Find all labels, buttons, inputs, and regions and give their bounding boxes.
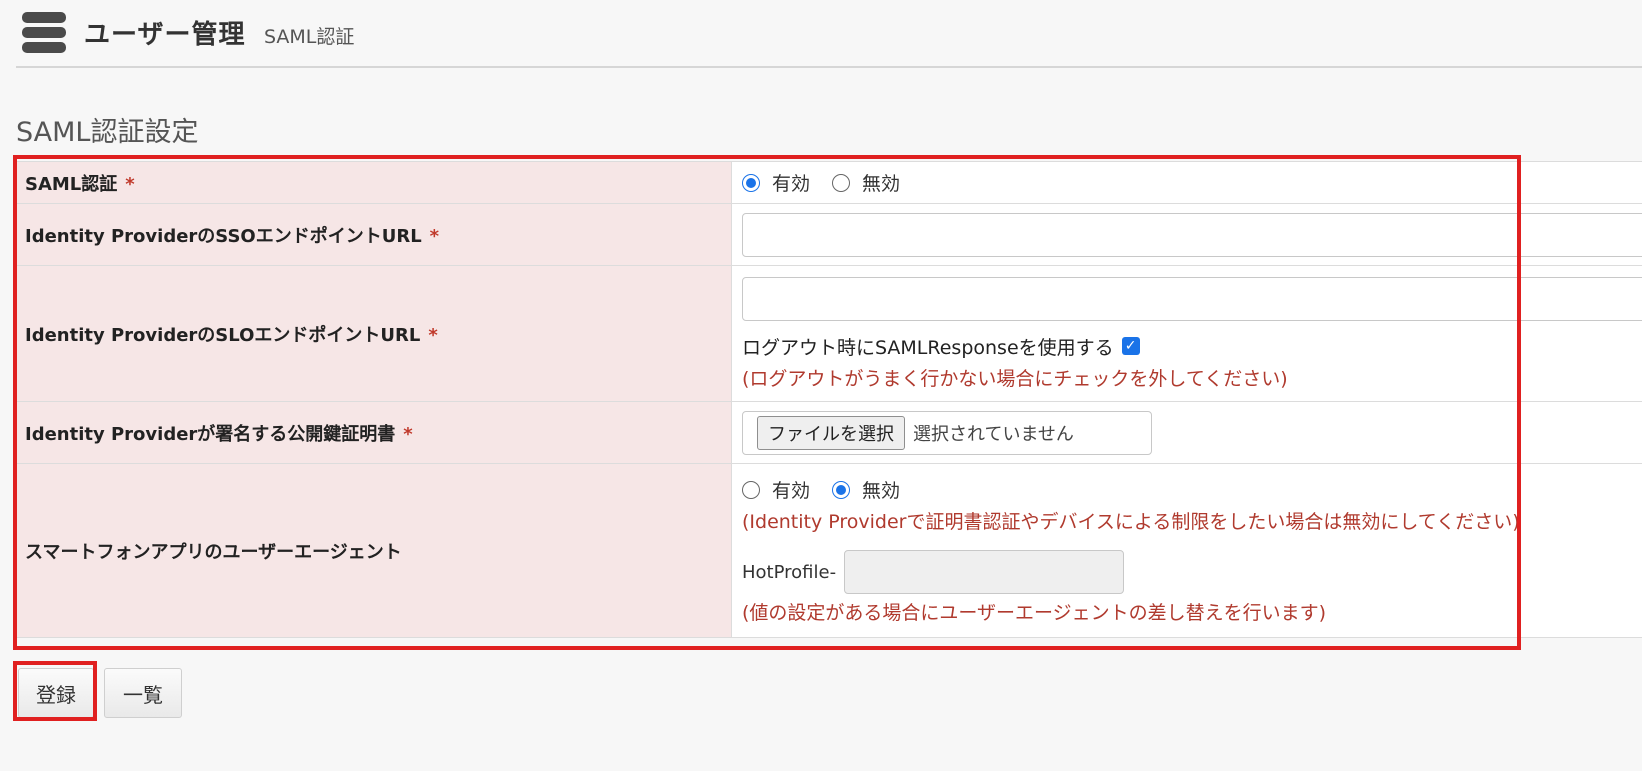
certificate-file-input[interactable]: ファイルを選択 選択されていません [742, 410, 1152, 455]
saml-auth-disable-radio[interactable] [832, 173, 851, 192]
saml-response-checkbox-label[interactable]: ログアウト時にSAMLResponseを使用する [742, 333, 1114, 360]
user-agent-value-note: (値の設定がある場合にユーザーエージェントの差し替えを行います) [742, 602, 1327, 624]
page-header: ユーザー管理 SAML認証 [16, 0, 1642, 68]
slo-url-input[interactable] [742, 276, 1642, 321]
value-saml-auth: 有効 無効 [731, 161, 1642, 204]
value-certificate: ファイルを選択 選択されていません [731, 401, 1642, 464]
user-agent-prefix: HotProfile- [742, 561, 837, 583]
settings-form-table: SAML認証 * 有効 無効 Identity ProviderのSSOエンドポイ… [16, 161, 1642, 638]
value-user-agent: 有効 無効 (Identity Providerで証明書認証やデバイスによる制限… [731, 463, 1642, 638]
saml-auth-enable-label[interactable]: 有効 [772, 169, 810, 196]
list-button[interactable]: 一覧 [104, 668, 182, 718]
required-mark: * [403, 423, 413, 445]
label-saml-auth: SAML認証 * [16, 161, 732, 204]
required-mark: * [428, 324, 438, 346]
required-mark: * [429, 225, 440, 247]
choose-file-button[interactable]: ファイルを選択 [757, 415, 905, 450]
user-agent-disable-radio[interactable] [832, 480, 851, 499]
sso-url-input[interactable] [742, 212, 1642, 257]
label-slo-url: Identity ProviderのSLOエンドポイントURL * [16, 265, 732, 402]
row-user-agent: スマートフォンアプリのユーザーエージェント 有効 無効 (Identity Pr… [16, 463, 1642, 638]
row-certificate: Identity Providerが署名する公開鍵証明書 * ファイルを選択 選択… [16, 401, 1642, 464]
database-stack-icon [22, 12, 66, 53]
row-slo-url: Identity ProviderのSLOエンドポイントURL * ログアウト時に… [16, 265, 1642, 402]
user-agent-enable-radio[interactable] [742, 480, 760, 499]
row-saml-auth: SAML認証 * 有効 無効 [16, 161, 1642, 204]
submit-button[interactable]: 登録 [18, 668, 94, 718]
value-sso-url [731, 203, 1642, 266]
user-agent-note: (Identity Providerで証明書認証やデバイスによる制限をしたい場合… [742, 511, 1520, 533]
user-agent-input[interactable] [844, 550, 1125, 594]
required-mark: * [125, 173, 135, 195]
label-certificate: Identity Providerが署名する公開鍵証明書 * [16, 401, 732, 464]
saml-response-checkbox[interactable]: ✓ [1121, 337, 1140, 355]
page-title: ユーザー管理 [84, 20, 246, 50]
page-subtitle: SAML認証 [264, 26, 355, 48]
file-status: 選択されていません [913, 423, 1074, 445]
user-agent-disable-label[interactable]: 無効 [862, 476, 900, 503]
label-user-agent: スマートフォンアプリのユーザーエージェント [16, 463, 732, 638]
slo-note: (ログアウトがうまく行かない場合にチェックを外してください) [742, 367, 1288, 390]
value-slo-url: ログアウト時にSAMLResponseを使用する ✓ (ログアウトがうまく行かな… [731, 265, 1642, 402]
user-agent-enable-label[interactable]: 有効 [772, 476, 810, 503]
label-sso-url: Identity ProviderのSSOエンドポイントURL * [16, 203, 732, 266]
row-sso-url: Identity ProviderのSSOエンドポイントURL * [16, 203, 1642, 266]
saml-auth-disable-label[interactable]: 無効 [862, 169, 900, 196]
saml-auth-enable-radio[interactable] [742, 173, 760, 192]
section-title: SAML認証設定 [16, 117, 199, 148]
